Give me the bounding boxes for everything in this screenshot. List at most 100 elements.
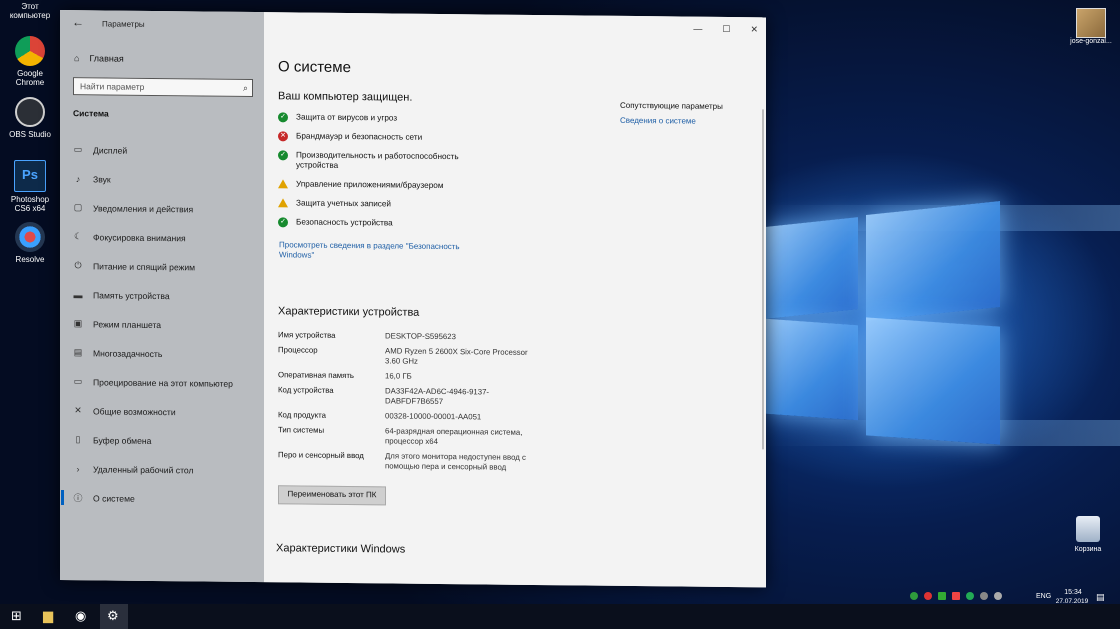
storage-icon: ▬ [73,289,83,300]
device-specs-title: Характеристики устройства [278,305,420,319]
desktop-icon-photoshop[interactable]: Ps Photoshop CS6 x64 [6,160,54,213]
about-info-icon: ⓘ [73,493,83,504]
obs-icon [15,97,45,127]
tray-app-icon[interactable] [924,592,932,600]
spec-key: Перо и сенсорный ввод [278,450,364,461]
recycle-bin-icon[interactable] [1076,516,1100,542]
sidebar-item-clipboard[interactable]: ▯ Буфер обмена [70,425,260,456]
security-status-label: Брандмауэр и безопасность сети [296,131,423,142]
security-status-label: Защита учетных записей [296,198,391,209]
home-label: Главная [89,53,124,64]
sidebar-item-projecting[interactable]: ▭ Проецирование на этот компьютер [70,367,260,398]
start-windows-icon[interactable]: ⊞ [11,608,22,624]
sidebar-item-label: Фокусировка внимания [93,231,186,243]
sidebar-item-label: Общие возможности [93,405,176,417]
sidebar-item-storage[interactable]: ▬ Память устройства [70,280,260,311]
file-explorer-icon[interactable]: ▆ [43,608,53,624]
resolve-icon [15,222,45,252]
windows-security-link[interactable]: Просмотреть сведения в разделе "Безопасн… [279,240,479,262]
spec-row: Код продукта 00328-10000-00001-AA051 [278,410,558,423]
tray-shield-icon[interactable] [910,592,918,600]
sidebar-item-power[interactable]: ⏻ Питание и спящий режим [70,251,260,282]
spec-key: Код устройства [278,385,334,395]
tray-app-icon[interactable] [952,592,960,600]
maximize-icon[interactable]: ☐ [722,24,730,35]
chrome-taskbar-icon[interactable]: ◉ [75,608,86,624]
security-status-label: Безопасность устройства [296,217,393,228]
tray-app-icon[interactable] [966,592,974,600]
clipboard-icon: ▯ [75,434,81,445]
security-status-list: ✓ Защита от вирусов и угроз ✕ Брандмауэр и … [278,112,488,238]
settings-gear-icon[interactable]: ⚙ [107,608,119,624]
sidebar-item-about-info[interactable]: ⓘ О системе [70,483,260,514]
spec-value: 00328-10000-00001-AA051 [385,411,482,422]
spec-key: Процессор [278,345,318,355]
spec-key: Тип системы [278,425,325,435]
sidebar-section-title: Система [73,108,109,119]
notifications-icon: ▢ [73,202,83,213]
spec-value: 64-разрядная операционная система, проце… [385,426,523,446]
rename-pc-button[interactable]: Переименовать этот ПК [278,485,386,506]
windows-logo-pane [866,200,1000,322]
windows-specs-title: Характеристики Windows [276,542,406,556]
window-controls: — ☐ ✕ [693,24,758,36]
sidebar-item-label: О системе [93,492,135,504]
spec-key: Имя устройства [278,330,336,340]
system-info-link[interactable]: Сведения о системе [620,116,696,126]
power-icon: ⏻ [74,260,82,271]
sound-icon: ♪ [75,173,81,184]
device-specs-table: Имя устройства DESKTOP-S595623 Процессор AM… [278,330,558,478]
sidebar-item-shared-experiences[interactable]: ✕ Общие возможности [70,396,260,427]
close-icon[interactable]: ✕ [750,24,758,35]
sidebar-item-label: Уведомления и действия [93,202,194,214]
security-status-item: ✓ Безопасность устройства [278,217,488,229]
sidebar-item-remote-desktop[interactable]: › Удаленный рабочий стол [70,454,260,485]
notifications-icon[interactable]: ▤ [1096,592,1105,603]
tray-app-icon[interactable] [938,592,946,600]
language-indicator[interactable]: ENG [1036,593,1051,600]
desktop-icon-obs[interactable]: OBS Studio [6,97,54,139]
this-pc-label[interactable]: Этот компьютер [6,2,54,20]
sidebar-item-label: Дисплей [93,144,128,156]
sidebar-item-sound[interactable]: ♪ Звук [70,164,260,195]
spec-value: Для этого монитора недоступен ввод с пом… [385,451,526,472]
sidebar-item-multitasking[interactable]: ▤ Многозадачность [70,338,260,369]
sidebar-item-notifications[interactable]: ▢ Уведомления и действия [70,193,260,224]
clock-time[interactable]: 15:34 [1060,589,1086,596]
spec-key: Оперативная память [278,370,354,381]
windows-logo-pane [766,217,858,319]
sidebar-item-display[interactable]: ▭ Дисплей [70,135,260,166]
spec-value: DESKTOP-S595623 [385,331,456,342]
search-input[interactable]: Найти параметр ⌕ [73,77,253,98]
minimize-icon[interactable]: — [693,24,702,35]
remote-desktop-icon: › [76,463,80,474]
check-circle-icon: ✓ [278,217,288,228]
error-circle-icon: ✕ [278,131,288,142]
windows-logo-pane [766,318,858,421]
scrollbar[interactable] [762,109,764,450]
sidebar-item-tablet[interactable]: ▣ Режим планшета [70,309,260,340]
check-circle-icon: ✓ [278,150,288,161]
tablet-icon: ▣ [73,318,83,329]
desktop-icon-label: Photoshop CS6 x64 [10,195,50,213]
shared-experiences-icon: ✕ [74,405,82,416]
sidebar-item-home[interactable]: ⌂ Главная [74,53,124,64]
user-folder-icon[interactable] [1076,8,1106,38]
protection-title: Ваш компьютер защищен. [278,90,413,104]
recycle-bin-label: Корзина [1074,546,1102,553]
sidebar-item-label: Звук [93,173,111,185]
back-arrow-icon[interactable]: ← [72,15,84,29]
sidebar-nav: ▭ Дисплей ♪ Звук ▢ Уведомления и действия ☾ Фок… [70,135,260,514]
spec-row: Перо и сенсорный ввод Для этого монитора … [278,450,558,473]
tray-network-icon[interactable] [980,592,988,600]
desktop-icon-chrome[interactable]: Google Chrome [6,36,54,87]
clock-date[interactable]: 27.07.2019 [1054,598,1090,605]
desktop-icon-resolve[interactable]: Resolve [6,222,54,264]
sidebar-item-focus-moon[interactable]: ☾ Фокусировка внимания [70,222,260,253]
tray-volume-icon[interactable] [994,592,1002,600]
security-status-item: ✓ Защита от вирусов и угроз [278,112,488,124]
sidebar-item-label: Многозадачность [93,347,163,359]
window-title: Параметры [102,19,145,29]
security-status-label: Защита от вирусов и угроз [296,112,398,123]
search-icon: ⌕ [242,82,248,93]
